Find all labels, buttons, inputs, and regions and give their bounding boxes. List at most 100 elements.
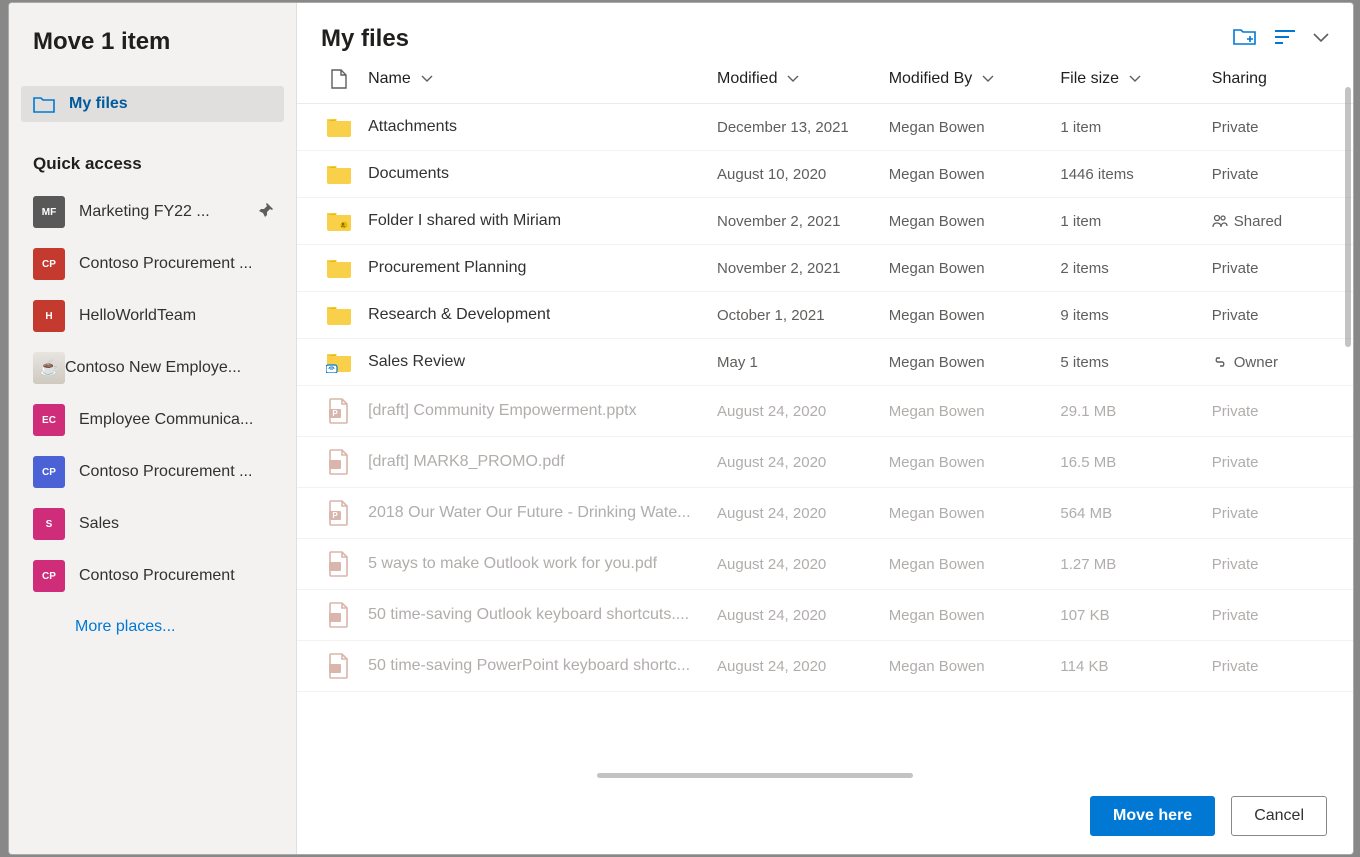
file-sharing: Private: [1212, 607, 1341, 624]
chevron-down-icon: [787, 72, 799, 86]
page-title: My files: [321, 25, 409, 53]
quick-access-item[interactable]: MFMarketing FY22 ...: [21, 186, 284, 238]
file-size: 564 MB: [1060, 505, 1211, 522]
quick-access-item[interactable]: CPContoso Procurement: [21, 550, 284, 602]
file-name: Sales Review: [368, 353, 465, 371]
col-file-size-label: File size: [1060, 70, 1119, 88]
quick-access-label: Marketing FY22 ...: [79, 203, 210, 221]
file-size: 29.1 MB: [1060, 403, 1211, 420]
file-type-icon: [309, 449, 368, 475]
file-modified-by: Megan Bowen: [889, 166, 1061, 183]
quick-access-item[interactable]: ☕Contoso New Employe...: [21, 342, 284, 394]
cancel-button[interactable]: Cancel: [1231, 796, 1327, 836]
table-row[interactable]: Research & Development October 1, 2021 M…: [297, 292, 1353, 339]
file-type-icon: P: [309, 398, 368, 424]
table-row: 50 time-saving PowerPoint keyboard short…: [297, 641, 1353, 692]
table-row[interactable]: Sales Review May 1 Megan Bowen 5 items O…: [297, 339, 1353, 386]
table-row[interactable]: Documents August 10, 2020 Megan Bowen 14…: [297, 151, 1353, 198]
horizontal-scrollbar[interactable]: [597, 773, 913, 778]
file-name: 5 ways to make Outlook work for you.pdf: [368, 555, 657, 573]
move-here-button[interactable]: Move here: [1090, 796, 1215, 836]
file-size: 5 items: [1060, 354, 1211, 371]
file-sharing: Private: [1212, 260, 1341, 277]
main-header: My files: [297, 3, 1353, 61]
sidebar: Move 1 item My files Quick access MFMark…: [9, 3, 297, 854]
file-sharing: Private: [1212, 403, 1341, 420]
move-dialog: Move 1 item My files Quick access MFMark…: [8, 2, 1354, 855]
sort-icon[interactable]: [1275, 29, 1295, 50]
file-name: Research & Development: [368, 306, 550, 324]
site-badge-icon: EC: [33, 404, 65, 436]
col-file-icon[interactable]: [309, 69, 368, 89]
file-sharing: Private: [1212, 119, 1341, 136]
quick-access-label: Contoso Procurement: [79, 567, 235, 585]
file-type-icon: [309, 653, 368, 679]
table-body: Attachments December 13, 2021 Megan Bowe…: [297, 104, 1353, 692]
file-size: 114 KB: [1060, 658, 1211, 675]
file-size: 107 KB: [1060, 607, 1211, 624]
quick-access-list: MFMarketing FY22 ...CPContoso Procuremen…: [21, 186, 284, 602]
file-modified-by: Megan Bowen: [889, 354, 1061, 371]
folder-outline-icon: [33, 95, 55, 113]
file-size: 1.27 MB: [1060, 556, 1211, 573]
file-modified: November 2, 2021: [717, 260, 889, 277]
pin-icon[interactable]: [258, 202, 274, 223]
col-modified[interactable]: Modified: [717, 70, 889, 88]
svg-text:P: P: [332, 409, 338, 418]
file-name: [draft] MARK8_PROMO.pdf: [368, 453, 565, 471]
svg-text:P: P: [332, 511, 338, 520]
table-row[interactable]: Attachments December 13, 2021 Megan Bowe…: [297, 104, 1353, 151]
file-modified-by: Megan Bowen: [889, 260, 1061, 277]
site-badge-icon: CP: [33, 248, 65, 280]
file-modified: May 1: [717, 354, 889, 371]
file-type-icon: [309, 602, 368, 628]
file-modified: August 24, 2020: [717, 658, 889, 675]
col-name[interactable]: Name: [368, 70, 717, 88]
table-row[interactable]: Folder I shared with Miriam November 2, …: [297, 198, 1353, 245]
col-sharing[interactable]: Sharing: [1212, 70, 1341, 88]
col-name-label: Name: [368, 70, 411, 88]
file-modified-by: Megan Bowen: [889, 454, 1061, 471]
quick-access-label: Contoso Procurement ...: [79, 463, 252, 481]
col-modified-by-label: Modified By: [889, 70, 973, 88]
file-type-icon: [309, 163, 368, 185]
main-actions: [1233, 27, 1329, 52]
file-sharing: Private: [1212, 307, 1341, 324]
file-size: 1 item: [1060, 213, 1211, 230]
dialog-footer: Move here Cancel: [297, 778, 1353, 854]
chevron-down-icon: [1129, 72, 1141, 86]
file-modified: December 13, 2021: [717, 119, 889, 136]
quick-access-label: Employee Communica...: [79, 411, 253, 429]
file-name: Documents: [368, 165, 449, 183]
quick-access-item[interactable]: CPContoso Procurement ...: [21, 238, 284, 290]
sidebar-item-my-files[interactable]: My files: [21, 86, 284, 122]
quick-access-item[interactable]: HHelloWorldTeam: [21, 290, 284, 342]
col-modified-by[interactable]: Modified By: [889, 70, 1061, 88]
quick-access-item[interactable]: CP Contoso Procurement ...: [21, 446, 284, 498]
file-modified-by: Megan Bowen: [889, 607, 1061, 624]
table-row: P [draft] Community Empowerment.pptx Aug…: [297, 386, 1353, 437]
file-type-icon: [309, 210, 368, 232]
table-row: [draft] MARK8_PROMO.pdf August 24, 2020 …: [297, 437, 1353, 488]
col-file-size[interactable]: File size: [1060, 70, 1211, 88]
file-type-icon: [309, 116, 368, 138]
file-sharing: Private: [1212, 556, 1341, 573]
file-type-icon: [309, 351, 368, 373]
new-folder-icon[interactable]: [1233, 27, 1257, 52]
sidebar-item-label: My files: [69, 95, 128, 113]
file-modified-by: Megan Bowen: [889, 213, 1061, 230]
file-modified-by: Megan Bowen: [889, 505, 1061, 522]
site-badge-icon: CP: [33, 456, 65, 488]
file-modified-by: Megan Bowen: [889, 556, 1061, 573]
file-sharing: Private: [1212, 505, 1341, 522]
file-modified: August 10, 2020: [717, 166, 889, 183]
file-modified: August 24, 2020: [717, 505, 889, 522]
table-row[interactable]: Procurement Planning November 2, 2021 Me…: [297, 245, 1353, 292]
file-modified: August 24, 2020: [717, 556, 889, 573]
quick-access-item[interactable]: SSales: [21, 498, 284, 550]
chevron-down-icon[interactable]: [1313, 30, 1329, 48]
more-places-link[interactable]: More places...: [21, 602, 284, 648]
quick-access-item[interactable]: EC Employee Communica...: [21, 394, 284, 446]
file-sharing: Private: [1212, 454, 1341, 471]
vertical-scrollbar[interactable]: [1345, 87, 1351, 347]
